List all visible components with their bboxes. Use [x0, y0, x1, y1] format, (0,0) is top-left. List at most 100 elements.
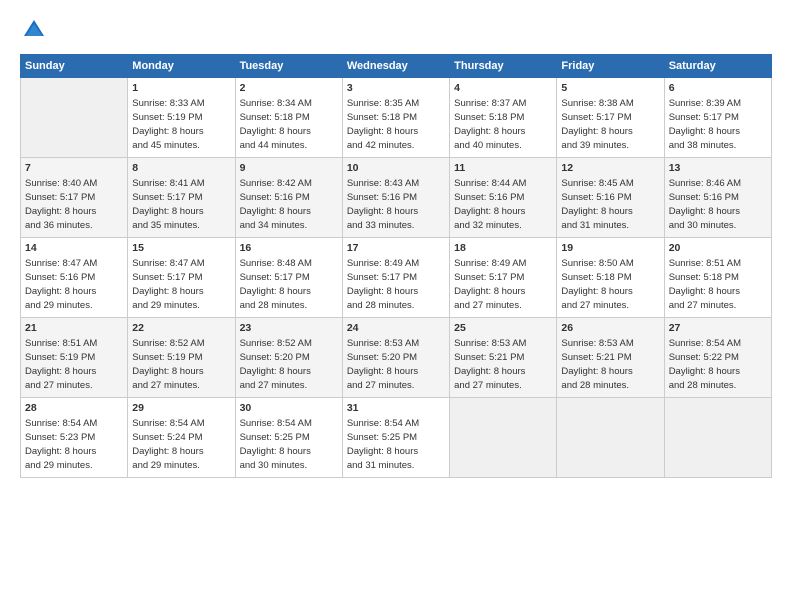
col-header-friday: Friday — [557, 55, 664, 78]
day-info-line: Sunrise: 8:53 AM — [454, 337, 552, 351]
day-number: 6 — [669, 81, 767, 96]
day-cell: 31Sunrise: 8:54 AMSunset: 5:25 PMDayligh… — [342, 398, 449, 478]
header-row: SundayMondayTuesdayWednesdayThursdayFrid… — [21, 55, 772, 78]
day-number: 2 — [240, 81, 338, 96]
day-info-line: Daylight: 8 hours — [132, 205, 230, 219]
day-info-line: Daylight: 8 hours — [240, 125, 338, 139]
day-info-line: Daylight: 8 hours — [561, 125, 659, 139]
day-info-line: Daylight: 8 hours — [669, 285, 767, 299]
header — [20, 16, 772, 44]
day-number: 19 — [561, 241, 659, 256]
day-info-line: Sunset: 5:16 PM — [347, 191, 445, 205]
day-info-line: and 30 minutes. — [240, 459, 338, 473]
day-info-line: and 36 minutes. — [25, 219, 123, 233]
day-number: 7 — [25, 161, 123, 176]
day-info-line: Sunset: 5:17 PM — [347, 271, 445, 285]
day-number: 24 — [347, 321, 445, 336]
day-number: 26 — [561, 321, 659, 336]
day-info-line: and 38 minutes. — [669, 139, 767, 153]
day-info-line: Sunrise: 8:40 AM — [25, 177, 123, 191]
day-cell: 30Sunrise: 8:54 AMSunset: 5:25 PMDayligh… — [235, 398, 342, 478]
day-cell — [21, 78, 128, 158]
day-info-line: Sunset: 5:16 PM — [454, 191, 552, 205]
day-info-line: and 28 minutes. — [240, 299, 338, 313]
day-info-line: Sunrise: 8:47 AM — [25, 257, 123, 271]
day-info-line: Sunset: 5:19 PM — [132, 111, 230, 125]
day-info-line: Daylight: 8 hours — [132, 445, 230, 459]
day-cell — [557, 398, 664, 478]
day-info-line: Daylight: 8 hours — [669, 205, 767, 219]
day-number: 15 — [132, 241, 230, 256]
day-info-line: Sunset: 5:18 PM — [454, 111, 552, 125]
day-number: 22 — [132, 321, 230, 336]
day-cell: 6Sunrise: 8:39 AMSunset: 5:17 PMDaylight… — [664, 78, 771, 158]
day-info-line: and 27 minutes. — [669, 299, 767, 313]
day-info-line: Daylight: 8 hours — [669, 125, 767, 139]
day-info-line: Sunset: 5:18 PM — [347, 111, 445, 125]
day-info-line: Daylight: 8 hours — [25, 285, 123, 299]
day-info-line: Daylight: 8 hours — [132, 285, 230, 299]
day-info-line: Sunset: 5:18 PM — [240, 111, 338, 125]
day-info-line: Sunset: 5:16 PM — [240, 191, 338, 205]
day-cell: 22Sunrise: 8:52 AMSunset: 5:19 PMDayligh… — [128, 318, 235, 398]
day-info-line: Sunrise: 8:39 AM — [669, 97, 767, 111]
day-info-line: Sunrise: 8:51 AM — [669, 257, 767, 271]
day-info-line: Sunrise: 8:35 AM — [347, 97, 445, 111]
day-info-line: and 42 minutes. — [347, 139, 445, 153]
day-info-line: Sunset: 5:17 PM — [561, 111, 659, 125]
week-row-4: 21Sunrise: 8:51 AMSunset: 5:19 PMDayligh… — [21, 318, 772, 398]
day-cell: 28Sunrise: 8:54 AMSunset: 5:23 PMDayligh… — [21, 398, 128, 478]
day-cell: 21Sunrise: 8:51 AMSunset: 5:19 PMDayligh… — [21, 318, 128, 398]
day-info-line: Daylight: 8 hours — [561, 365, 659, 379]
day-info-line: Daylight: 8 hours — [132, 365, 230, 379]
day-cell: 8Sunrise: 8:41 AMSunset: 5:17 PMDaylight… — [128, 158, 235, 238]
day-info-line: Sunrise: 8:44 AM — [454, 177, 552, 191]
day-cell — [664, 398, 771, 478]
day-info-line: and 44 minutes. — [240, 139, 338, 153]
day-info-line: and 29 minutes. — [132, 299, 230, 313]
day-number: 27 — [669, 321, 767, 336]
day-info-line: Daylight: 8 hours — [454, 125, 552, 139]
day-info-line: Sunset: 5:17 PM — [240, 271, 338, 285]
day-info-line: Daylight: 8 hours — [25, 365, 123, 379]
day-info-line: Sunrise: 8:49 AM — [454, 257, 552, 271]
page: SundayMondayTuesdayWednesdayThursdayFrid… — [0, 0, 792, 612]
day-cell: 13Sunrise: 8:46 AMSunset: 5:16 PMDayligh… — [664, 158, 771, 238]
day-cell — [450, 398, 557, 478]
day-number: 10 — [347, 161, 445, 176]
day-cell: 12Sunrise: 8:45 AMSunset: 5:16 PMDayligh… — [557, 158, 664, 238]
day-number: 12 — [561, 161, 659, 176]
col-header-monday: Monday — [128, 55, 235, 78]
day-number: 14 — [25, 241, 123, 256]
col-header-saturday: Saturday — [664, 55, 771, 78]
day-cell: 11Sunrise: 8:44 AMSunset: 5:16 PMDayligh… — [450, 158, 557, 238]
day-info-line: Sunset: 5:18 PM — [561, 271, 659, 285]
day-number: 1 — [132, 81, 230, 96]
day-info-line: and 29 minutes. — [25, 299, 123, 313]
day-cell: 17Sunrise: 8:49 AMSunset: 5:17 PMDayligh… — [342, 238, 449, 318]
day-info-line: Sunrise: 8:53 AM — [347, 337, 445, 351]
day-number: 30 — [240, 401, 338, 416]
day-info-line: and 39 minutes. — [561, 139, 659, 153]
day-number: 20 — [669, 241, 767, 256]
day-info-line: Sunset: 5:23 PM — [25, 431, 123, 445]
col-header-tuesday: Tuesday — [235, 55, 342, 78]
day-cell: 27Sunrise: 8:54 AMSunset: 5:22 PMDayligh… — [664, 318, 771, 398]
day-info-line: Sunset: 5:25 PM — [240, 431, 338, 445]
day-info-line: Sunset: 5:20 PM — [347, 351, 445, 365]
day-info-line: Sunrise: 8:38 AM — [561, 97, 659, 111]
day-info-line: and 27 minutes. — [561, 299, 659, 313]
day-cell: 26Sunrise: 8:53 AMSunset: 5:21 PMDayligh… — [557, 318, 664, 398]
day-info-line: and 40 minutes. — [454, 139, 552, 153]
day-info-line: Sunset: 5:22 PM — [669, 351, 767, 365]
day-info-line: Sunrise: 8:54 AM — [25, 417, 123, 431]
day-cell: 4Sunrise: 8:37 AMSunset: 5:18 PMDaylight… — [450, 78, 557, 158]
day-cell: 23Sunrise: 8:52 AMSunset: 5:20 PMDayligh… — [235, 318, 342, 398]
day-info-line: and 35 minutes. — [132, 219, 230, 233]
day-info-line: and 28 minutes. — [347, 299, 445, 313]
day-info-line: Sunset: 5:20 PM — [240, 351, 338, 365]
day-info-line: Sunrise: 8:45 AM — [561, 177, 659, 191]
day-info-line: Sunset: 5:17 PM — [669, 111, 767, 125]
day-info-line: Sunrise: 8:37 AM — [454, 97, 552, 111]
day-cell: 19Sunrise: 8:50 AMSunset: 5:18 PMDayligh… — [557, 238, 664, 318]
